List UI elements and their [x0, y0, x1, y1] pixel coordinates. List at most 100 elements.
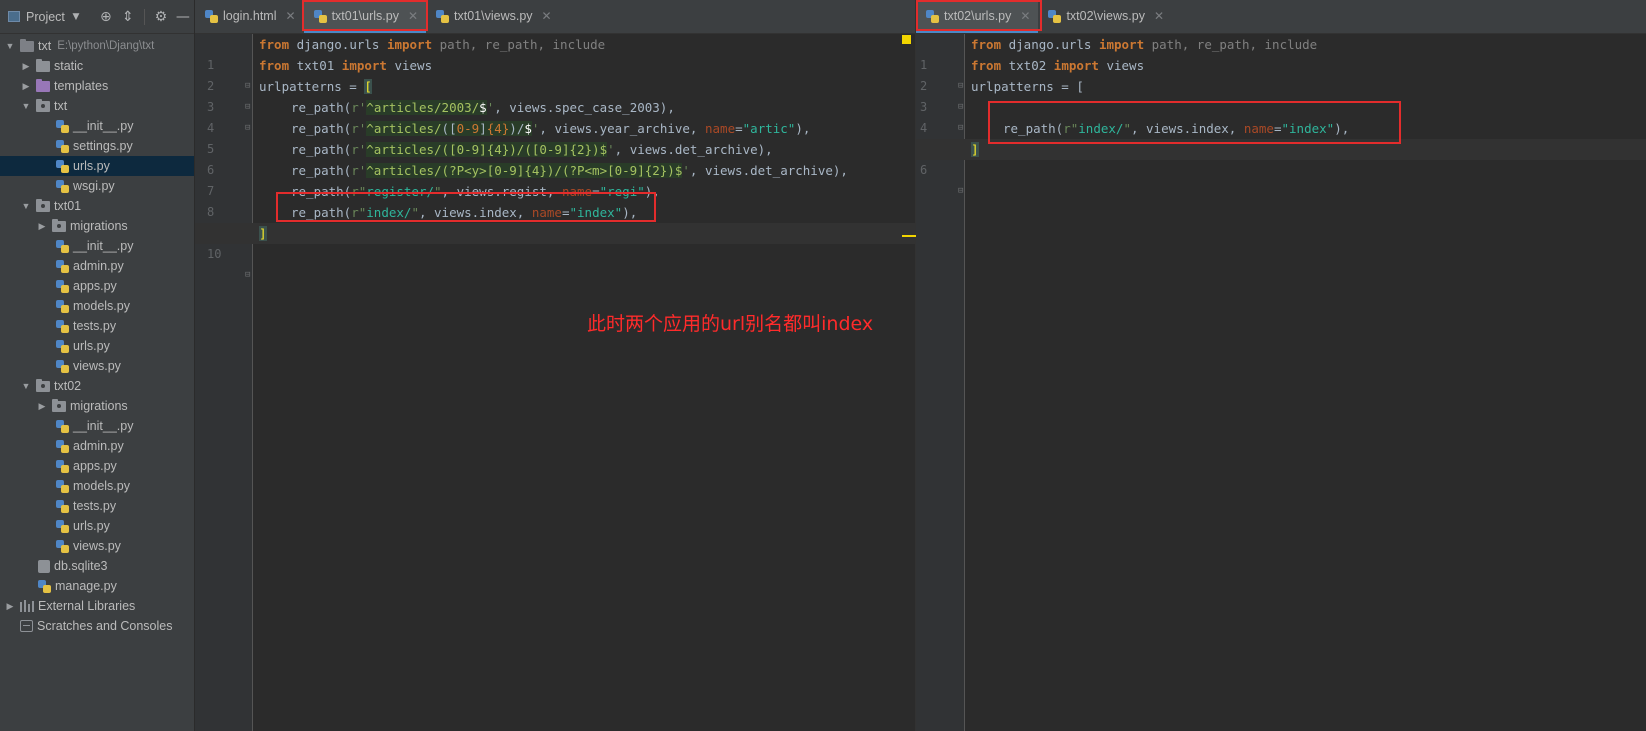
code-token: django.urls [1001, 37, 1099, 52]
code-token: name [531, 205, 562, 220]
python-file-icon [313, 9, 327, 23]
code-token: name [705, 121, 736, 136]
collapsed-arrow-icon[interactable]: ▶ [4, 596, 16, 616]
tree-item-txt01[interactable]: ▼ txt01 [0, 196, 194, 216]
expanded-arrow-icon[interactable]: ▼ [20, 376, 32, 396]
tree-item-file[interactable]: apps.py [0, 276, 194, 296]
tree-item-txt[interactable]: ▼ txt [0, 96, 194, 116]
tree-item-file[interactable]: manage.py [0, 576, 194, 596]
code-line-current: 6 ⊟ ] [916, 139, 1646, 196]
expanded-arrow-icon[interactable]: ▼ [20, 96, 32, 116]
code-token: " [411, 205, 419, 220]
tab-txt01-urls[interactable]: txt01\urls.py ✕ [303, 0, 427, 33]
tree-item-file[interactable]: __init__.py [0, 416, 194, 436]
tree-item-file[interactable]: apps.py [0, 456, 194, 476]
tree-item-file[interactable]: db.sqlite3 [0, 556, 194, 576]
toolbar-divider [143, 8, 145, 25]
python-file-icon [56, 279, 69, 293]
tree-item-file[interactable]: __init__.py [0, 236, 194, 256]
python-file-icon [56, 299, 69, 313]
code-token: {4} [486, 121, 510, 136]
python-file-icon [56, 459, 69, 473]
project-view-dropdown[interactable]: Project [26, 10, 65, 24]
tree-item-file[interactable]: wsgi.py [0, 176, 194, 196]
code-token: index/ [366, 205, 412, 220]
hide-panel-icon[interactable]: — [175, 9, 191, 25]
code-line: 9 re_path(r"index/", views.index, name="… [195, 202, 915, 240]
tree-item-txt02[interactable]: ▼ txt02 [0, 376, 194, 396]
tree-item-file[interactable]: admin.py [0, 436, 194, 456]
tree-item-external-libraries[interactable]: ▶ External Libraries [0, 596, 194, 616]
tree-item-label: settings.py [73, 139, 133, 153]
tree-item-label: urls.py [73, 339, 110, 353]
code-editor-right[interactable]: 1 ⊟ from django.urls import path, re_pat… [916, 34, 1646, 731]
project-window-icon [8, 11, 20, 22]
code-token: = [735, 121, 743, 136]
tree-item-migrations[interactable]: ▶ migrations [0, 216, 194, 236]
tree-item-label: __init__.py [73, 419, 134, 433]
close-icon[interactable]: ✕ [286, 9, 296, 23]
code-token: name [561, 184, 593, 199]
tree-item-file[interactable]: settings.py [0, 136, 194, 156]
tree-item-file[interactable]: tests.py [0, 316, 194, 336]
expanded-arrow-icon[interactable]: ▼ [4, 36, 16, 56]
close-icon[interactable]: ✕ [408, 9, 418, 23]
warning-marker-icon[interactable] [902, 35, 911, 44]
package-folder-icon [36, 198, 50, 212]
code-token: r" [351, 184, 367, 199]
close-icon[interactable]: ✕ [542, 9, 552, 23]
collapsed-arrow-icon[interactable]: ▶ [20, 76, 32, 96]
tree-item-static[interactable]: ▶ static [0, 56, 194, 76]
tree-item-file[interactable]: admin.py [0, 256, 194, 276]
collapsed-arrow-icon[interactable]: ▶ [36, 216, 48, 236]
close-icon[interactable]: ✕ [1154, 9, 1164, 23]
tree-item-file[interactable]: views.py [0, 356, 194, 376]
code-token: "index" [1281, 121, 1335, 136]
tree-item-file[interactable]: urls.py [0, 516, 194, 536]
tree-item-file[interactable]: models.py [0, 296, 194, 316]
code-token: from [971, 37, 1002, 52]
tree-item-migrations[interactable]: ▶ migrations [0, 396, 194, 416]
gear-icon[interactable]: ⚙ [153, 9, 169, 25]
fold-icon[interactable]: ⊟ [958, 181, 963, 202]
tree-item-templates[interactable]: ▶ templates [0, 76, 194, 96]
fold-icon[interactable]: ⊟ [245, 265, 250, 286]
tab-txt02-views[interactable]: txt02\views.py ✕ [1038, 0, 1172, 33]
code-token: )/ [509, 121, 525, 136]
tree-item-label: migrations [70, 219, 128, 233]
python-file-icon [56, 159, 69, 173]
caret-marker-icon [902, 235, 916, 237]
tree-item-label: External Libraries [38, 599, 136, 613]
tree-item-label: txt01 [54, 199, 82, 213]
code-editor-left[interactable]: 1 ⊟ from django.urls import path, re_pat… [195, 34, 916, 731]
tree-item-file[interactable]: urls.py [0, 336, 194, 356]
locate-target-icon[interactable]: ⊕ [98, 9, 114, 25]
collapse-all-icon[interactable]: ⇕ [120, 9, 136, 25]
tab-txt01-views[interactable]: txt01\views.py ✕ [426, 0, 560, 33]
tab-login-html[interactable]: login.html ✕ [195, 0, 304, 33]
code-token: r' [351, 142, 367, 157]
tree-item-file-selected[interactable]: urls.py [0, 156, 194, 176]
tree-item-file[interactable]: tests.py [0, 496, 194, 516]
code-token: $ [479, 100, 487, 115]
collapsed-arrow-icon[interactable]: ▶ [20, 56, 32, 76]
tree-item-file[interactable]: __init__.py [0, 116, 194, 136]
code-line: 1 ⊟ from django.urls import path, re_pat… [916, 34, 1646, 91]
chevron-down-icon[interactable]: ▼ [68, 12, 84, 22]
tree-item-label: __init__.py [73, 119, 134, 133]
tree-item-root[interactable]: ▼ txt E:\python\Djang\txt [0, 36, 194, 56]
tab-txt02-urls[interactable]: txt02\urls.py ✕ [916, 0, 1039, 33]
tree-item-label: apps.py [73, 279, 117, 293]
code-token: ([ [441, 121, 457, 136]
tree-item-scratches[interactable]: Scratches and Consoles [0, 616, 194, 636]
collapsed-arrow-icon[interactable]: ▶ [36, 396, 48, 416]
close-icon[interactable]: ✕ [1020, 9, 1030, 23]
libraries-icon [20, 600, 34, 612]
tree-item-label: txt [38, 39, 52, 53]
code-token: " [1123, 121, 1131, 136]
editor-tabs-left: login.html ✕ txt01\urls.py ✕ txt01\views… [195, 0, 915, 34]
tree-item-file[interactable]: models.py [0, 476, 194, 496]
expanded-arrow-icon[interactable]: ▼ [20, 196, 32, 216]
tab-label: login.html [223, 9, 277, 23]
tree-item-file[interactable]: views.py [0, 536, 194, 556]
